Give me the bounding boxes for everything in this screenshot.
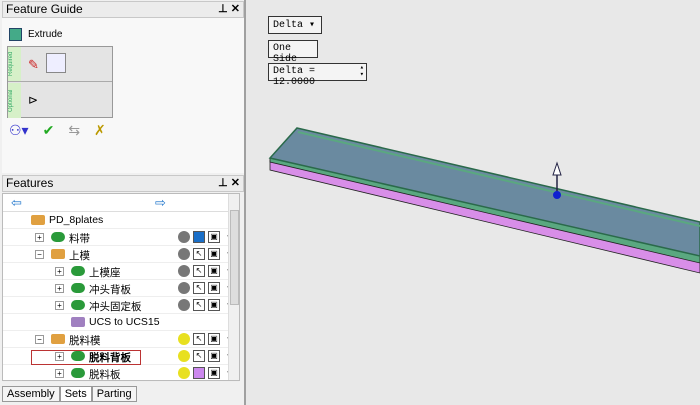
arrow-head-icon[interactable]: [552, 161, 562, 176]
plate-top-face: [268, 127, 700, 257]
drag-handle-point[interactable]: [553, 191, 561, 199]
viewport-3d[interactable]: [0, 0, 700, 405]
